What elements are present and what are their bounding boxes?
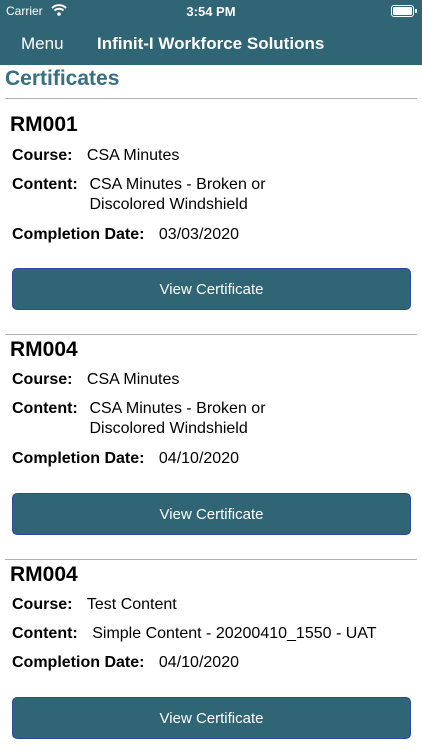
course-row: Course: Test Content <box>12 595 177 615</box>
course-row: Course: CSA Minutes <box>12 370 179 390</box>
content-label: Content: <box>12 176 78 193</box>
status-bar: Carrier 3:54 PM <box>0 0 422 22</box>
divider <box>5 559 417 560</box>
content-value: CSA Minutes - Broken or Discolored Winds… <box>89 175 265 215</box>
content-line: Discolored Windshield <box>89 420 248 437</box>
certificate-id: RM004 <box>10 338 78 361</box>
content-value: Simple Content - 20200410_1550 - UAT <box>92 625 377 642</box>
completion-row: Completion Date: 04/10/2020 <box>12 449 239 469</box>
content-label: Content: <box>12 625 78 642</box>
battery-icon <box>391 5 417 17</box>
course-value: Test Content <box>86 596 177 613</box>
divider <box>5 98 417 99</box>
menu-button[interactable]: Menu <box>21 34 64 54</box>
page-title: Certificates <box>5 67 120 90</box>
completion-row: Completion Date: 03/03/2020 <box>12 225 239 245</box>
nav-bar: Menu Infinit-I Workforce Solutions <box>0 22 422 65</box>
completion-value: 03/03/2020 <box>158 226 239 243</box>
app-title: Infinit-I Workforce Solutions <box>97 34 325 53</box>
content-line: Discolored Windshield <box>89 196 248 213</box>
course-value: CSA Minutes <box>86 147 180 164</box>
content-value: CSA Minutes - Broken or Discolored Winds… <box>89 399 265 439</box>
completion-label: Completion Date: <box>12 654 145 671</box>
certificate-id: RM004 <box>10 563 78 586</box>
view-certificate-button[interactable]: View Certificate <box>12 268 411 310</box>
completion-value: 04/10/2020 <box>158 654 239 671</box>
content-row: Content: CSA Minutes - Broken or Discolo… <box>12 175 266 215</box>
completion-value: 04/10/2020 <box>158 450 239 467</box>
completion-label: Completion Date: <box>12 450 145 467</box>
view-certificate-button[interactable]: View Certificate <box>12 493 411 535</box>
certificate-id: RM001 <box>10 113 78 136</box>
course-row: Course: CSA Minutes <box>12 146 179 166</box>
completion-label: Completion Date: <box>12 226 145 243</box>
content-row: Content: CSA Minutes - Broken or Discolo… <box>12 399 266 439</box>
content-line: CSA Minutes - Broken or <box>89 400 266 417</box>
course-label: Course: <box>12 371 73 388</box>
content-label: Content: <box>12 400 78 417</box>
content-row: Content: Simple Content - 20200410_1550 … <box>12 624 377 644</box>
completion-row: Completion Date: 04/10/2020 <box>12 653 239 673</box>
content-line: CSA Minutes - Broken or <box>89 176 266 193</box>
divider <box>5 334 417 335</box>
status-time: 3:54 PM <box>186 4 236 19</box>
course-label: Course: <box>12 147 73 164</box>
course-value: CSA Minutes <box>86 371 180 388</box>
course-label: Course: <box>12 596 73 613</box>
view-certificate-button[interactable]: View Certificate <box>12 697 411 739</box>
